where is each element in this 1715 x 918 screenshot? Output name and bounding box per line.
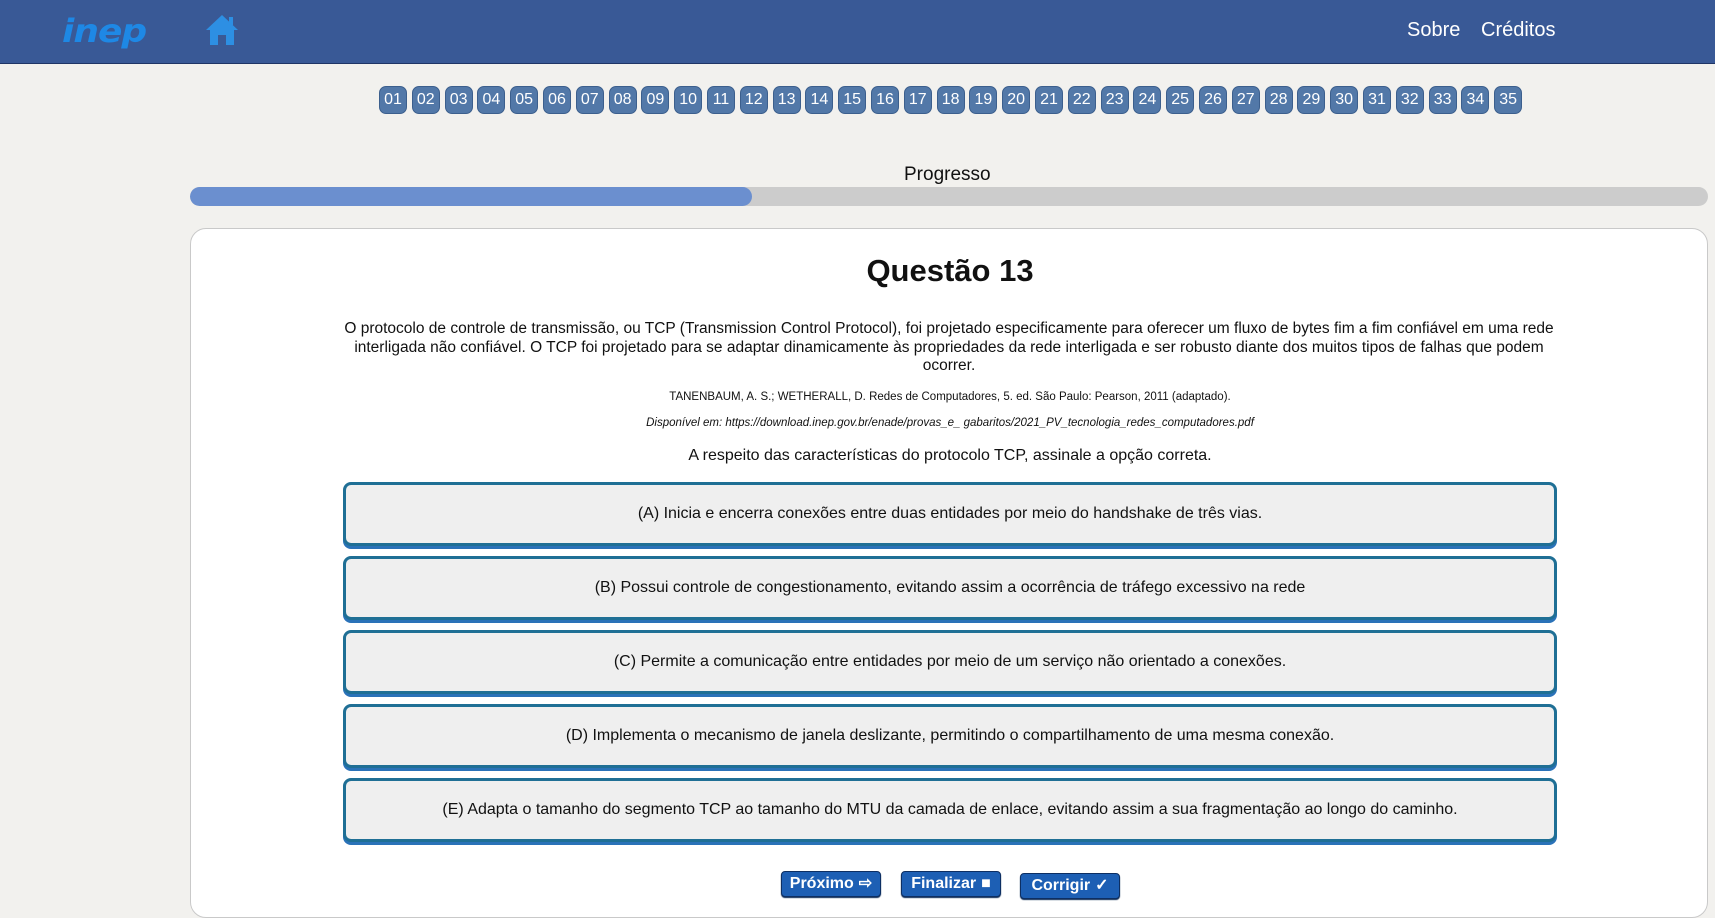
question-nav-button[interactable]: 05: [510, 86, 539, 114]
home-icon[interactable]: [204, 12, 240, 48]
stop-square-icon: ■: [981, 875, 991, 892]
question-nav-button[interactable]: 21: [1035, 86, 1063, 114]
question-nav-button[interactable]: 33: [1428, 86, 1457, 114]
question-text: O protocolo de controle de transmissão, …: [344, 320, 1554, 374]
question-nav-button[interactable]: 20: [1002, 86, 1031, 114]
question-nav-button[interactable]: 09: [641, 86, 670, 114]
question-nav-button[interactable]: 27: [1231, 86, 1260, 114]
question-nav-button[interactable]: 32: [1395, 86, 1424, 114]
correct-label: Corrigir: [1031, 877, 1091, 894]
question-nav-button[interactable]: 15: [838, 86, 867, 114]
question-nav-button[interactable]: 19: [969, 86, 998, 114]
inep-logo[interactable]: inep: [62, 15, 147, 48]
progress-label: Progresso: [904, 164, 991, 185]
question-nav-button[interactable]: 26: [1199, 86, 1227, 114]
checkmark-icon: ✓: [1095, 877, 1109, 894]
option-a[interactable]: (A) Inicia e encerra conexões entre duas…: [343, 482, 1557, 546]
option-e[interactable]: (E) Adapta o tamanho do segmento TCP ao …: [343, 778, 1557, 842]
question-nav-button[interactable]: 18: [936, 86, 965, 114]
question-reference: TANENBAUM, A. S.; WETHERALL, D. Redes de…: [669, 391, 1231, 403]
finish-button[interactable]: Finalizar ■: [901, 871, 1001, 897]
question-nav-button[interactable]: 24: [1133, 86, 1162, 114]
question-nav-button[interactable]: 23: [1100, 86, 1129, 114]
arrow-right-icon: ⇨: [858, 875, 873, 892]
question-nav-button[interactable]: 04: [477, 86, 506, 114]
option-d[interactable]: (D) Implementa o mecanismo de janela des…: [343, 704, 1557, 768]
option-b[interactable]: (B) Possui controle de congestionamento,…: [343, 556, 1557, 620]
question-nav-button[interactable]: 31: [1363, 86, 1391, 114]
question-nav-button[interactable]: 29: [1297, 86, 1326, 114]
question-nav-button[interactable]: 06: [543, 86, 571, 114]
question-nav-button[interactable]: 35: [1494, 86, 1523, 114]
nav-link-sobre[interactable]: Sobre: [1407, 19, 1460, 42]
question-nav-button[interactable]: 28: [1264, 86, 1293, 114]
question-nav-button[interactable]: 01: [379, 86, 407, 114]
progress-fill: [190, 187, 752, 206]
progress-bar: [190, 187, 1708, 206]
question-nav-button[interactable]: 14: [805, 86, 834, 114]
question-nav-button[interactable]: 03: [444, 86, 473, 114]
next-label: Próximo: [789, 875, 854, 892]
question-nav-button[interactable]: 22: [1067, 86, 1096, 114]
question-nav-button[interactable]: 10: [674, 86, 703, 114]
question-nav-button[interactable]: 11: [707, 86, 735, 114]
top-navbar: inep Sobre Créditos: [0, 0, 1715, 64]
correct-button[interactable]: Corrigir ✓: [1020, 873, 1120, 899]
question-nav-button[interactable]: 25: [1166, 86, 1195, 114]
question-nav-button[interactable]: 12: [739, 86, 768, 114]
question-nav-button[interactable]: 17: [903, 86, 932, 114]
question-prompt: A respeito das características do protoc…: [688, 447, 1212, 464]
question-source: Disponível em: https://download.inep.gov…: [646, 417, 1254, 429]
question-nav-button[interactable]: 08: [608, 86, 637, 114]
question-card: Questão 13 O protocolo de controle de tr…: [190, 228, 1708, 918]
question-nav-button[interactable]: 02: [411, 86, 440, 114]
finish-label: Finalizar: [911, 875, 977, 892]
next-button[interactable]: Próximo ⇨: [781, 871, 881, 897]
question-nav-button[interactable]: 34: [1461, 86, 1490, 114]
option-c[interactable]: (C) Permite a comunicação entre entidade…: [343, 630, 1557, 694]
question-nav-button[interactable]: 07: [575, 86, 604, 114]
question-title: Questão 13: [866, 253, 1034, 288]
question-nav-button[interactable]: 13: [772, 86, 801, 114]
question-nav-button[interactable]: 16: [871, 86, 899, 114]
nav-link-creditos[interactable]: Créditos: [1481, 19, 1555, 42]
question-nav-button[interactable]: 30: [1330, 86, 1359, 114]
